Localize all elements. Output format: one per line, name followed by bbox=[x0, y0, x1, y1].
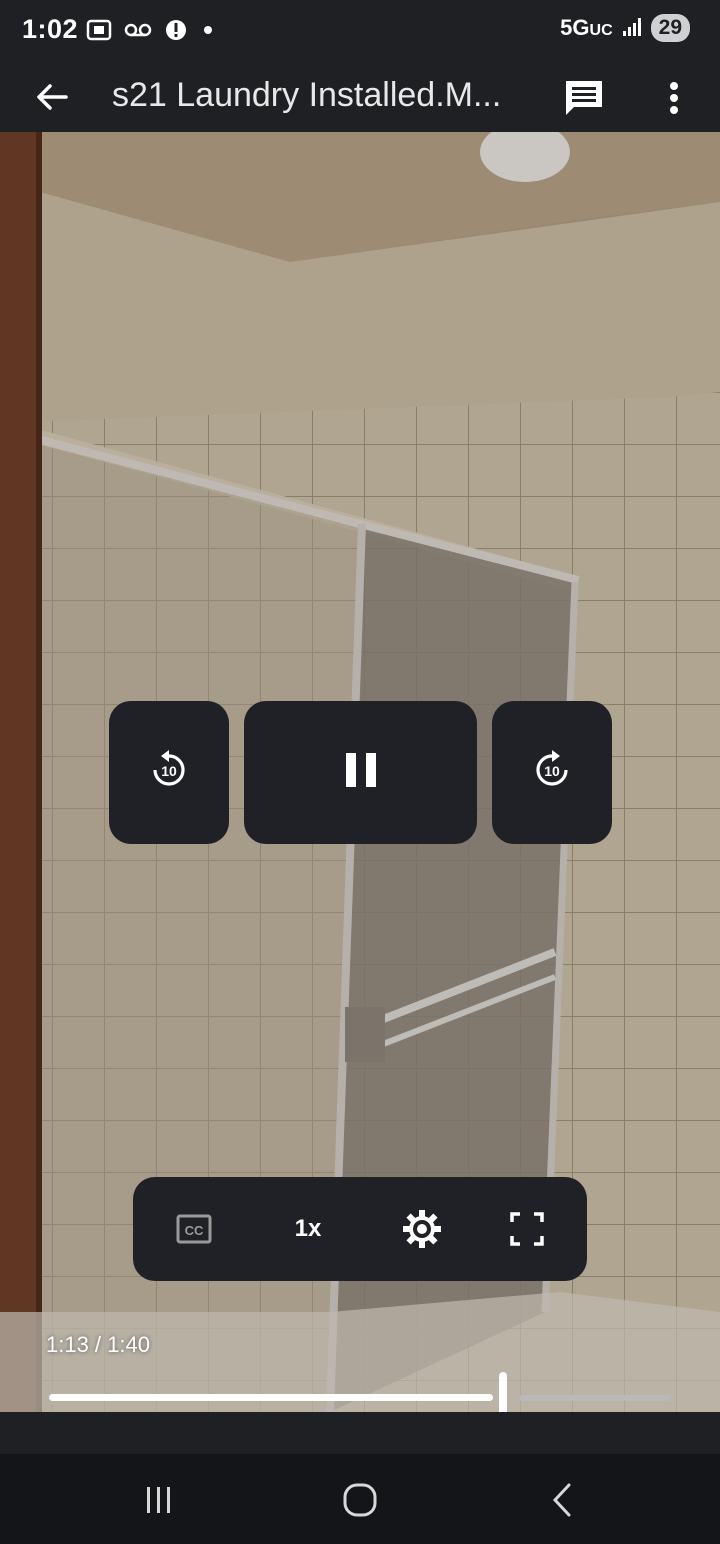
pause-button[interactable] bbox=[244, 701, 477, 844]
closed-captions-icon[interactable]: CC bbox=[168, 1207, 220, 1251]
player-options-bar: CC 1x bbox=[133, 1177, 587, 1281]
app-bar: s21 Laundry Installed.M... bbox=[0, 62, 720, 132]
settings-icon[interactable] bbox=[396, 1207, 448, 1251]
time-display: 1:13 / 1:40 bbox=[46, 1332, 150, 1357]
more-vert-icon[interactable] bbox=[658, 76, 690, 120]
playback-speed-button[interactable]: 1x bbox=[282, 1207, 334, 1251]
progress-played[interactable] bbox=[49, 1394, 493, 1401]
fullscreen-icon[interactable] bbox=[501, 1207, 553, 1251]
forward-10-button[interactable]: 10 bbox=[492, 701, 612, 844]
dot-icon bbox=[200, 22, 216, 43]
video-player[interactable]: 10 10 CC 1x 1:13 / 1:40 bbox=[0, 132, 720, 1412]
screenshot-icon bbox=[86, 18, 112, 47]
forward-seconds-label: 10 bbox=[544, 763, 560, 779]
progress-thumb[interactable] bbox=[499, 1372, 507, 1412]
video-title: s21 Laundry Installed.M... bbox=[112, 76, 502, 114]
svg-text:CC: CC bbox=[185, 1223, 204, 1238]
home-icon[interactable] bbox=[335, 1480, 385, 1520]
pause-icon bbox=[344, 751, 378, 794]
progress-remaining[interactable] bbox=[519, 1395, 671, 1401]
signal-icon bbox=[621, 15, 643, 42]
battery-badge: 29 bbox=[650, 14, 690, 42]
rewind-seconds-label: 10 bbox=[161, 763, 177, 779]
status-time: 1:02 bbox=[22, 14, 79, 44]
replay-10-icon: 10 bbox=[147, 748, 191, 797]
alert-icon bbox=[164, 18, 188, 47]
status-icons bbox=[86, 18, 216, 47]
system-nav-bar bbox=[0, 1454, 720, 1544]
comment-icon[interactable] bbox=[562, 76, 606, 120]
status-bar: 1:02 5GUC 29 bbox=[0, 0, 720, 62]
forward-10-icon: 10 bbox=[530, 748, 574, 797]
voicemail-icon bbox=[124, 21, 152, 44]
network-type: 5GUC bbox=[560, 15, 613, 40]
rewind-10-button[interactable]: 10 bbox=[109, 701, 229, 844]
recents-icon[interactable] bbox=[134, 1480, 184, 1520]
back-icon[interactable] bbox=[537, 1480, 587, 1520]
player-bottom-spacer bbox=[0, 1412, 720, 1454]
back-arrow-icon[interactable] bbox=[32, 77, 72, 117]
